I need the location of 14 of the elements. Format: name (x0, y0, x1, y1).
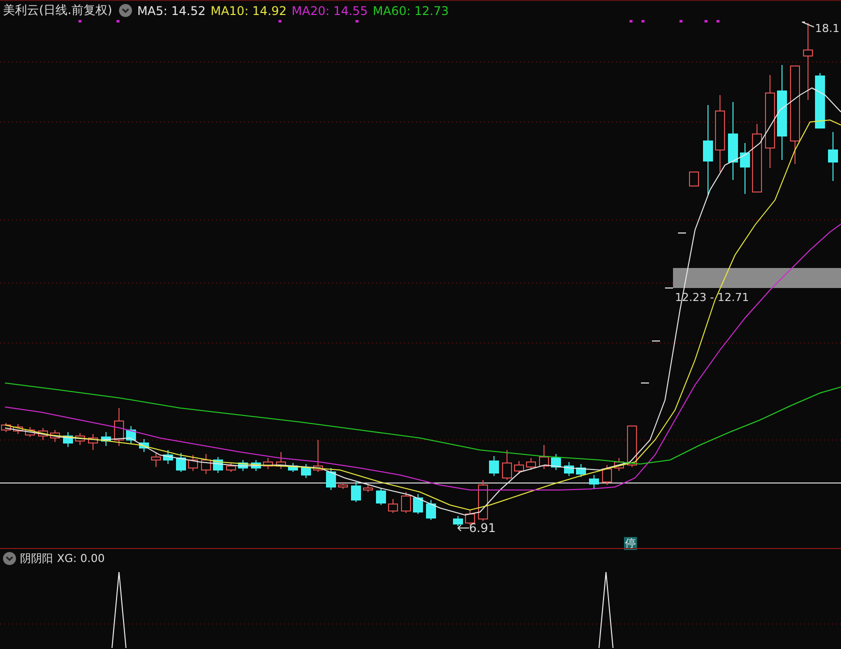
indicator-value: XG: 0.00 (57, 552, 105, 565)
dropdown-icon[interactable] (3, 552, 16, 565)
ma-legend-value: MA20: 14.55 (292, 4, 368, 18)
leader-line (801, 21, 815, 29)
suspended-badge: 停 (624, 537, 637, 550)
high-price-label: 18.1 (815, 22, 840, 35)
ma-legend-value: MA10: 14.92 (210, 4, 287, 18)
chart-title: 美利云(日线.前复权) (3, 2, 112, 19)
leader-line (457, 524, 469, 532)
dropdown-icon[interactable] (119, 4, 132, 17)
ma-legend-value: MA60: 12.73 (372, 4, 449, 18)
indicator-name: 阴阴阳 (20, 551, 53, 566)
ma-legend-value: MA5: 14.52 (137, 4, 206, 18)
low-price-label: 6.91 (469, 522, 496, 535)
